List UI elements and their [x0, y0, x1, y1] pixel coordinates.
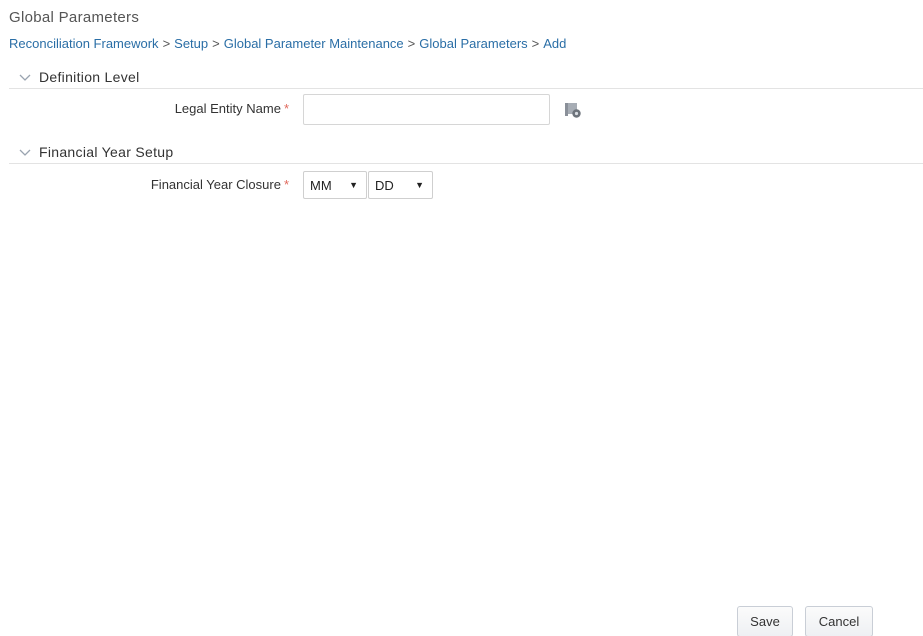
required-marker: * [283, 177, 289, 192]
month-select[interactable]: MM ▼ [303, 171, 367, 199]
save-button[interactable]: Save [737, 606, 793, 636]
section-title-definition-level: Definition Level [39, 69, 140, 85]
breadcrumb-separator: > [212, 36, 220, 51]
breadcrumb-global-parameter-maintenance[interactable]: Global Parameter Maintenance [224, 36, 404, 51]
page-title: Global Parameters [9, 9, 140, 26]
global-parameters-page: Global Parameters Reconciliation Framewo… [0, 0, 923, 636]
section-title-financial-year-setup: Financial Year Setup [39, 144, 174, 160]
required-marker: * [283, 101, 289, 116]
breadcrumb: Reconciliation Framework > Setup > Global Pa… [9, 36, 566, 51]
breadcrumb-global-parameters[interactable]: Global Parameters [419, 36, 527, 51]
chevron-down-icon [17, 144, 33, 160]
day-select-value: DD [375, 177, 394, 193]
breadcrumb-separator: > [407, 36, 416, 51]
section-header-financial-year-setup[interactable]: Financial Year Setup [9, 141, 923, 164]
dropdown-arrow-icon: ▼ [415, 180, 424, 190]
breadcrumb-add[interactable]: Add [543, 36, 566, 51]
legal-entity-label: Legal Entity Name * [175, 101, 289, 116]
browse-hierarchy-icon[interactable] [563, 100, 583, 120]
field-row-legal-entity: Legal Entity Name * [0, 93, 923, 127]
chevron-down-icon [17, 69, 33, 85]
breadcrumb-reconciliation-framework[interactable]: Reconciliation Framework [9, 36, 159, 51]
cancel-button[interactable]: Cancel [805, 606, 873, 636]
legal-entity-input[interactable] [303, 94, 550, 125]
financial-year-closure-label: Financial Year Closure * [151, 177, 289, 192]
dropdown-arrow-icon: ▼ [349, 180, 358, 190]
field-row-financial-year-closure: Financial Year Closure * MM ▼ DD ▼ [0, 171, 923, 205]
legal-entity-label-text: Legal Entity Name [174, 101, 281, 116]
day-select[interactable]: DD ▼ [368, 171, 433, 199]
breadcrumb-separator: > [162, 36, 171, 51]
month-select-value: MM [310, 177, 332, 193]
breadcrumb-separator: > [531, 36, 540, 51]
breadcrumb-setup[interactable]: Setup [174, 36, 208, 51]
financial-year-closure-label-text: Financial Year Closure [150, 177, 281, 192]
section-header-definition-level[interactable]: Definition Level [9, 66, 923, 89]
